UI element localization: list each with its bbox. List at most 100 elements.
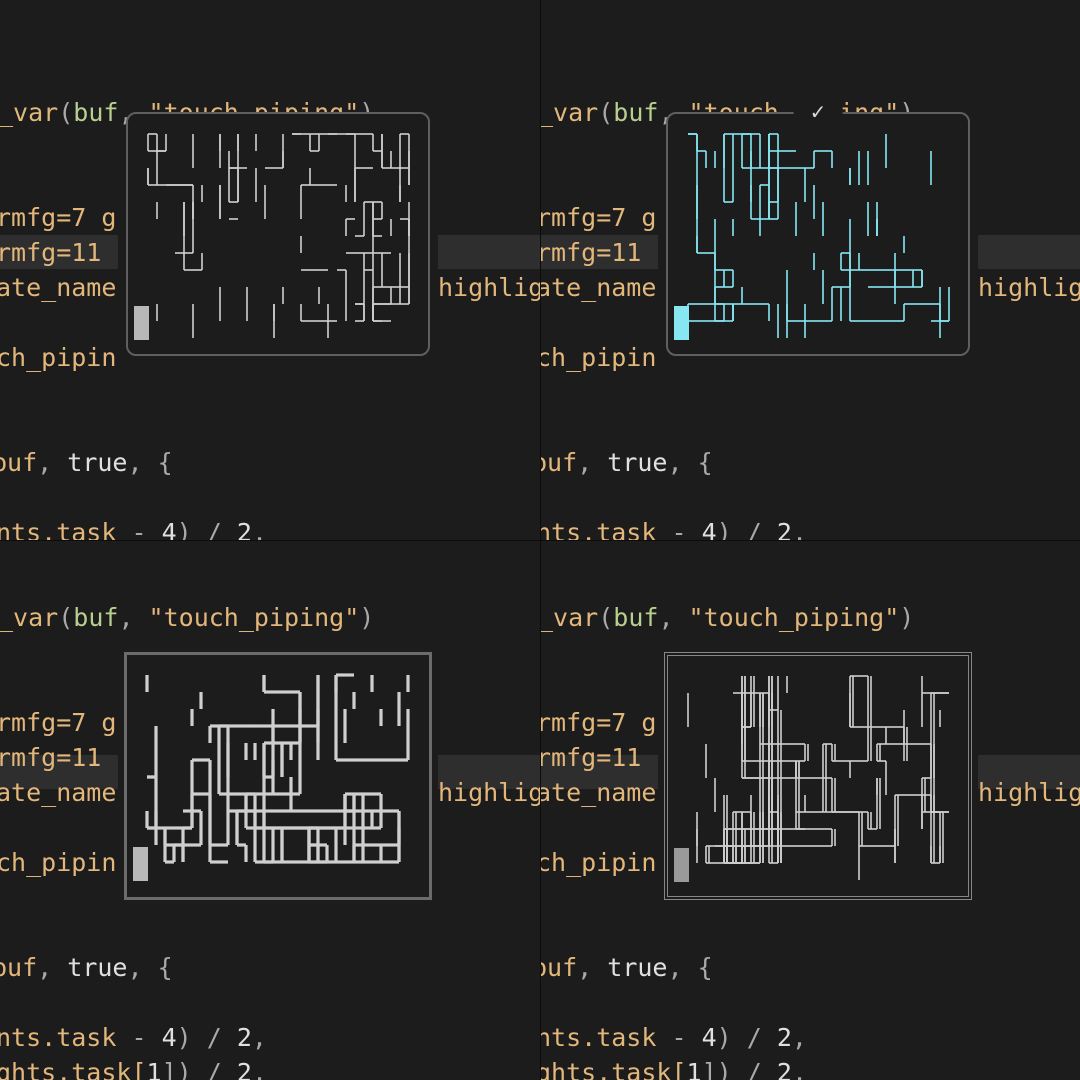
current-line-highlight-right (978, 235, 1080, 269)
code-token: rmfg=11 (0, 743, 102, 772)
code-token: "touch_piping" (148, 603, 360, 632)
code-line: rmfg=11 (0, 235, 101, 270)
code-token: ) / (716, 1023, 777, 1052)
code-line: nts.task - 4) / 2, (540, 1020, 807, 1055)
code-token: ) (359, 603, 375, 632)
code-line: ch_pipin (0, 845, 116, 880)
code-token: - (656, 1023, 702, 1052)
code-token: , (791, 518, 807, 540)
code-token: 4 (701, 518, 717, 540)
code-token: , (577, 953, 608, 982)
code-token: { (157, 448, 173, 477)
code-token: { (697, 448, 713, 477)
code-token: - (116, 1023, 162, 1052)
code-token: 2 (236, 1058, 252, 1080)
code-token: nts.task (0, 518, 117, 540)
code-line: buf, true, { (540, 950, 713, 985)
code-token: nts.task (540, 1023, 657, 1052)
code-token: rmfg=11 (540, 238, 642, 267)
code-line: ch_pipin (540, 340, 656, 375)
code-token: , (127, 448, 158, 477)
code-token: , (667, 448, 698, 477)
code-token: nts.task (540, 518, 657, 540)
code-token: buf (540, 448, 578, 477)
code-token: buf (613, 603, 659, 632)
pipes-animation (145, 673, 410, 864)
code-token: 2 (776, 1023, 792, 1052)
code-token: 4 (161, 518, 177, 540)
code-token: "touch_piping" (688, 603, 900, 632)
code-token: , (791, 1023, 807, 1052)
terminal-cursor (134, 306, 149, 340)
code-line: ate_name (540, 775, 656, 810)
code-token: ( (598, 98, 614, 127)
code-line: nts.task - 4) / 2, (0, 515, 267, 540)
terminal-cursor (674, 306, 689, 340)
code-token: _var (540, 603, 599, 632)
code-token: true (67, 953, 128, 982)
code-token: ]) / (701, 1058, 777, 1080)
code-token: - (116, 518, 162, 540)
code-line: ch_pipin (540, 845, 656, 880)
code-token: ) / (176, 1023, 237, 1052)
code-line: _var(buf, "touch_piping") (540, 600, 914, 635)
pipes-animation (687, 675, 949, 880)
code-token: true (607, 953, 668, 982)
terminal-cursor (674, 848, 689, 882)
code-token: ghts.task[ (0, 1058, 147, 1080)
code-line: buf, true, { (540, 445, 713, 480)
code-line: ate_name (0, 270, 116, 305)
code-token: ate_name (540, 273, 657, 302)
code-line: _var(buf, "touch_piping") (0, 600, 374, 635)
code-token: buf (73, 603, 119, 632)
pane-rounded-gray-popup (126, 112, 430, 356)
code-token: _var (0, 98, 59, 127)
code-line: rmfg=7 g (540, 200, 656, 235)
code-token: buf (0, 953, 38, 982)
code-line: ghts.task[1]) / 2, (540, 1055, 807, 1080)
code-line: rmfg=7 g (0, 200, 116, 235)
code-token: , (791, 1058, 807, 1080)
code-token: 4 (701, 1023, 717, 1052)
code-token: ghts.task[ (540, 1058, 687, 1080)
code-token: , (577, 448, 608, 477)
code-token: nts.task (0, 1023, 117, 1052)
code-line: rmfg=11 (0, 740, 101, 775)
code-token: 4 (161, 1023, 177, 1052)
code-token: , (658, 603, 689, 632)
code-token: ( (58, 98, 74, 127)
code-token: rmfg=7 g (540, 203, 657, 232)
code-token: rmfg=11 (540, 743, 642, 772)
code-line: ate_name (540, 270, 656, 305)
code-token: { (157, 953, 173, 982)
code-token: ( (598, 603, 614, 632)
code-token: buf (73, 98, 119, 127)
code-token: 2 (776, 518, 792, 540)
code-token: ate_name (0, 273, 117, 302)
code-fragment-right: highlig (978, 273, 1080, 302)
code-line: ghts.task[1]) / 2, (0, 1055, 267, 1080)
code-token: ch_pipin (540, 848, 657, 877)
current-line-highlight-right (438, 235, 540, 269)
code-token: _var (540, 98, 599, 127)
code-token: 1 (146, 1058, 162, 1080)
code-line: buf, true, { (0, 445, 173, 480)
terminal-quadrant-bottom-right: _var(buf, "touch_piping") rmfg=7 g rmfg=11… (540, 540, 1080, 1080)
code-token: rmfg=7 g (0, 203, 117, 232)
pipes-animation (687, 133, 950, 338)
code-line: nts.task - 4) / 2, (0, 1020, 267, 1055)
code-fragment-right: highlig (438, 273, 540, 302)
code-token: , (118, 603, 149, 632)
code-line: ch_pipin (0, 340, 116, 375)
code-token: 2 (236, 518, 252, 540)
code-token: ]) / (161, 1058, 237, 1080)
code-line: ate_name (0, 775, 116, 810)
code-token: , (127, 953, 158, 982)
code-token: ( (58, 603, 74, 632)
code-token: ) (899, 603, 915, 632)
code-token: 1 (686, 1058, 702, 1080)
pane-double-line-popup (664, 652, 972, 900)
pane-rounded-cyan-popup: ✓ (666, 100, 970, 356)
code-token: ch_pipin (0, 848, 117, 877)
horizontal-split-divider (0, 540, 1080, 541)
